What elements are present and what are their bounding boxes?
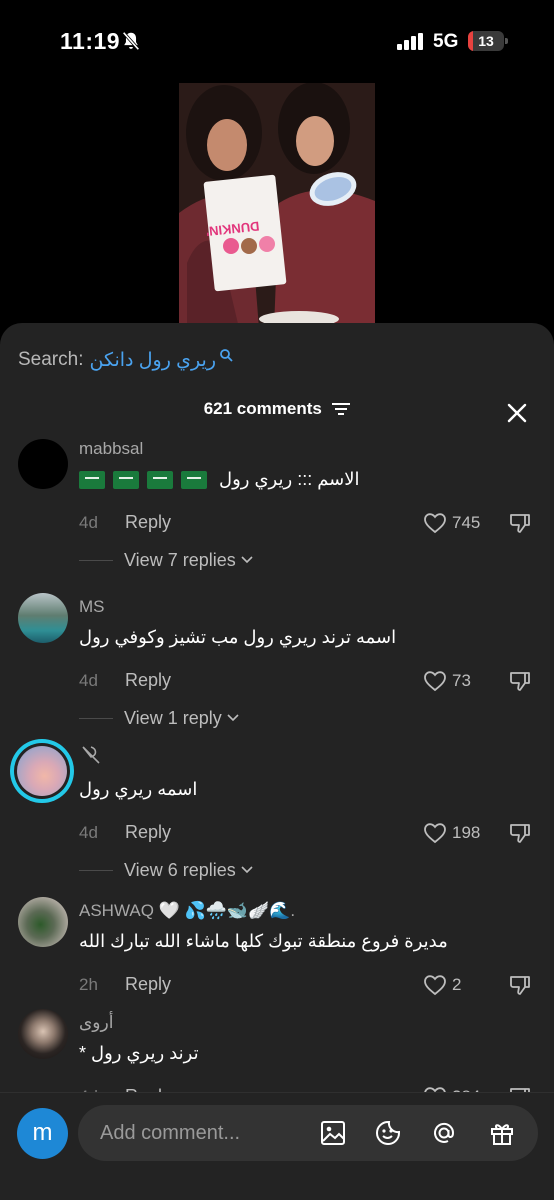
view-replies-button[interactable]: View 1 reply (79, 707, 239, 729)
view-replies-label: View 1 reply (124, 707, 222, 728)
comment-actions: 4d Reply 745 (79, 511, 539, 535)
comment-time: 2h (79, 975, 98, 994)
like-count: 745 (452, 513, 481, 532)
like-count: 198 (452, 823, 481, 842)
video-thumbnail[interactable]: DUNKIN' (179, 83, 375, 328)
view-replies-button[interactable]: View 6 replies (79, 859, 253, 881)
dislike-icon[interactable] (508, 669, 532, 693)
like-count: 2 (452, 975, 462, 994)
chevron-down-icon (227, 714, 239, 722)
reply-button[interactable]: Reply (125, 974, 171, 995)
close-icon[interactable] (505, 401, 529, 425)
reply-button[interactable]: Reply (125, 512, 171, 533)
comment-text: اسمه ترند ريري رول مب تشيز وكوفي رول (79, 627, 397, 647)
comment-input-bar: m (0, 1092, 554, 1200)
network-type: 5G (433, 31, 459, 52)
comment-username[interactable]: أروى (79, 1013, 113, 1033)
chevron-down-icon (241, 866, 253, 874)
comment-input[interactable] (100, 1105, 310, 1161)
dislike-icon[interactable] (508, 973, 532, 997)
status-bar: 11:19 5G 13 (0, 0, 554, 84)
comment-time: 4d (79, 823, 98, 842)
search-label: Search: (18, 349, 84, 370)
comment-time: 4d (79, 671, 98, 690)
chevron-down-icon (241, 556, 253, 564)
current-user-avatar[interactable]: m (17, 1108, 68, 1159)
comment-text: الاسم ::: ريري رول (79, 469, 360, 490)
comment-username[interactable]: ASHWAQ 🤍 💦🌧️🐋🪽🌊. (79, 901, 295, 921)
avatar[interactable] (18, 1009, 68, 1059)
mention-icon[interactable] (430, 1119, 458, 1147)
bell-slash-icon (122, 31, 140, 51)
view-replies-button[interactable]: View 7 replies (79, 549, 253, 571)
comment-field[interactable] (78, 1105, 538, 1161)
search-icon (220, 349, 233, 362)
battery-icon: 13 (468, 31, 508, 51)
avatar[interactable] (18, 439, 68, 489)
search-suggestion[interactable]: Search: ريري رول دانكن (18, 348, 233, 372)
view-replies-label: View 7 replies (124, 549, 236, 570)
dislike-icon[interactable] (508, 821, 532, 845)
heart-icon (424, 671, 446, 692)
reply-button[interactable]: Reply (125, 670, 171, 691)
image-icon[interactable] (319, 1119, 347, 1147)
username-symbol[interactable] (79, 743, 103, 767)
comment-actions: 2h Reply 2 (79, 973, 539, 997)
like-count: 73 (452, 671, 471, 690)
saudi-flag-emojis (79, 471, 207, 490)
comment-actions: 4d Reply 198 (79, 821, 539, 845)
comment-text: اسمه ريري رول (79, 779, 198, 799)
comment-time: 4d (79, 513, 98, 532)
avatar[interactable] (18, 593, 68, 643)
sticker-icon[interactable] (374, 1119, 402, 1147)
like-button[interactable]: 745 (423, 511, 480, 535)
view-replies-label: View 6 replies (124, 859, 236, 880)
comment-username[interactable]: MS (79, 597, 105, 617)
comments-count: 621 comments (203, 399, 322, 418)
comment-username[interactable]: mabbsal (79, 439, 143, 459)
heart-icon (424, 975, 446, 996)
search-term-link[interactable]: ريري رول دانكن (89, 349, 216, 372)
heart-icon (424, 823, 446, 844)
gift-icon[interactable] (488, 1119, 516, 1147)
comment-text: مديرة فروع منطقة تبوك كلها ماشاء الله تب… (79, 931, 448, 951)
sort-filter-icon[interactable] (332, 402, 351, 416)
like-button[interactable]: 198 (423, 821, 480, 845)
comment-text: ترند ريري رول * (79, 1043, 199, 1063)
reply-button[interactable]: Reply (125, 822, 171, 843)
dislike-icon[interactable] (508, 511, 532, 535)
signal-icon (397, 33, 423, 50)
avatar[interactable] (18, 897, 68, 947)
comments-sheet: Search: ريري رول دانكن 621 comments mabb… (0, 323, 554, 1200)
like-button[interactable]: 2 (423, 973, 461, 997)
status-time: 11:19 (60, 28, 121, 54)
comments-header: 621 comments (0, 399, 554, 419)
battery-percent: 13 (478, 33, 494, 49)
comment-actions: 4d Reply 73 (79, 669, 539, 693)
heart-icon (424, 513, 446, 534)
like-button[interactable]: 73 (423, 669, 471, 693)
avatar-story-ring[interactable] (10, 739, 74, 803)
